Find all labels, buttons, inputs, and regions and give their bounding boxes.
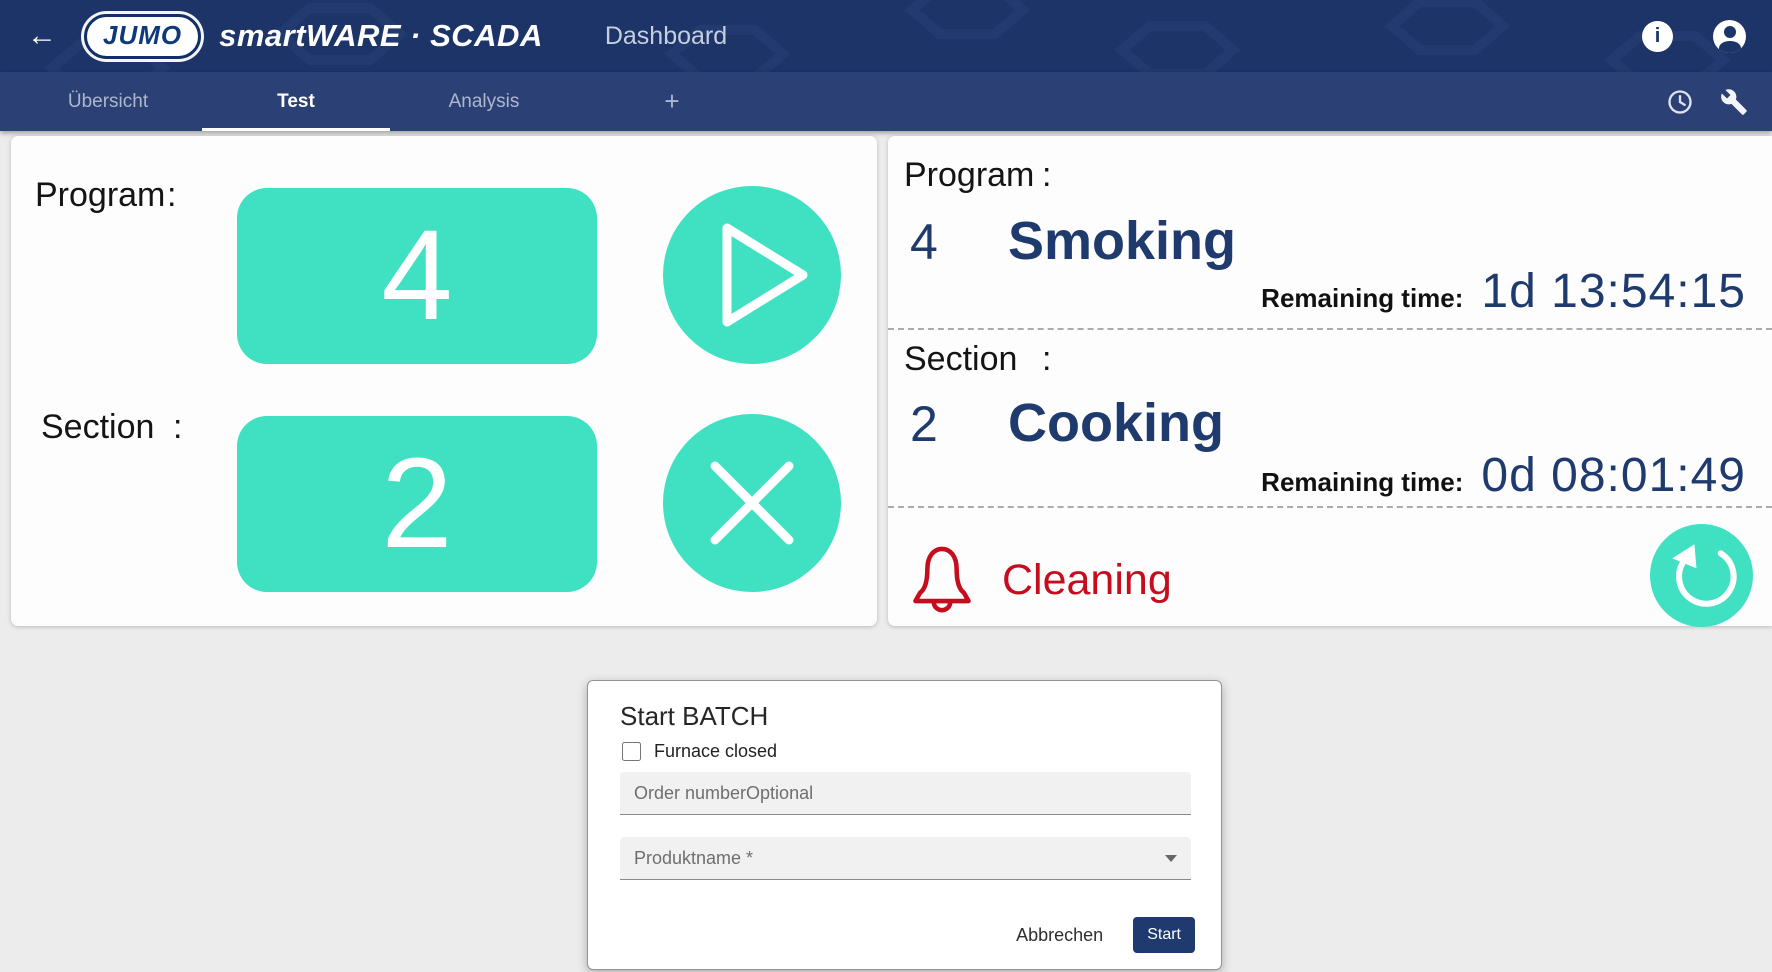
add-tab-button[interactable]: +: [578, 72, 766, 131]
program-label: Program: [35, 176, 167, 215]
section-label: Section: [41, 408, 173, 447]
section-remaining-label: Remaining time:: [1261, 467, 1463, 498]
furnace-closed-label: Furnace closed: [654, 741, 777, 762]
program-number-display[interactable]: 4: [237, 188, 597, 364]
furnace-closed-checkbox[interactable]: [622, 742, 641, 761]
status-section-colon: :: [1042, 340, 1051, 379]
history-clock-icon[interactable]: [1666, 88, 1694, 116]
jumo-logo-text: JUMO: [103, 20, 182, 50]
refresh-icon: [1650, 524, 1753, 627]
section-label-row: Section :: [41, 408, 182, 447]
program-remaining-label: Remaining time:: [1261, 283, 1463, 314]
start-button[interactable]: Start: [1133, 917, 1195, 953]
scada-dashboard-screen: ← JUMO smartWARE · SCADA Dashboard i Übe…: [0, 0, 1772, 972]
dialog-actions: Abbrechen Start: [1016, 917, 1195, 953]
back-arrow-icon[interactable]: ←: [22, 19, 62, 53]
bell-icon: [910, 538, 974, 622]
section-remaining-time: Remaining time: 0d 08:01:49: [1261, 448, 1746, 503]
program-label-row: Program :: [35, 176, 176, 215]
program-control-card: Program : 4 Section : 2: [11, 136, 877, 626]
status-program-label-row: Program :: [904, 156, 1051, 195]
program-remaining-value: 1d 13:54:15: [1481, 264, 1746, 319]
refresh-button[interactable]: [1650, 524, 1753, 627]
cancel-button[interactable]: Abbrechen: [1016, 925, 1103, 946]
cross-icon: [663, 414, 841, 592]
app-header: ← JUMO smartWARE · SCADA Dashboard i: [0, 0, 1772, 72]
program-number-value: 4: [381, 212, 452, 340]
header-actions: i: [1642, 20, 1746, 53]
status-program-name: Smoking: [1008, 210, 1236, 272]
divider: [888, 328, 1772, 330]
furnace-closed-row[interactable]: Furnace closed: [622, 741, 777, 762]
program-remaining-time: Remaining time: 1d 13:54:15: [1261, 264, 1746, 319]
status-program-number: 4: [910, 213, 1008, 271]
status-program-row: 4 Smoking: [910, 210, 1236, 272]
order-number-input[interactable]: [620, 772, 1191, 815]
status-program-colon: :: [1042, 156, 1051, 195]
info-icon[interactable]: i: [1642, 21, 1673, 52]
tab-analysis[interactable]: Analysis: [390, 72, 578, 131]
program-status-card: Program : 4 Smoking Remaining time: 1d 1…: [888, 136, 1772, 626]
cancel-program-button[interactable]: [663, 414, 841, 592]
alarm-status-row: Cleaning: [910, 538, 1172, 622]
wrench-icon[interactable]: [1720, 88, 1748, 116]
program-label-colon: :: [167, 176, 176, 215]
section-remaining-value: 0d 08:01:49: [1481, 448, 1746, 503]
dashboard-tabbar: Übersicht Test Analysis +: [0, 72, 1772, 131]
play-triangle-icon: [663, 186, 841, 364]
section-number-value: 2: [381, 440, 452, 568]
jumo-logo: JUMO: [84, 14, 201, 59]
status-section-number: 2: [910, 395, 1008, 453]
tab-test[interactable]: Test: [202, 72, 390, 131]
dialog-title: Start BATCH: [620, 701, 768, 732]
alarm-text: Cleaning: [1002, 556, 1172, 605]
start-batch-dialog: Start BATCH Furnace closed Produktname *…: [587, 680, 1222, 970]
account-icon[interactable]: [1713, 20, 1746, 53]
status-section-label: Section: [904, 340, 1042, 379]
section-number-display[interactable]: 2: [237, 416, 597, 592]
caret-down-icon: [1165, 855, 1177, 862]
status-section-label-row: Section :: [904, 340, 1051, 379]
tab-uebersicht[interactable]: Übersicht: [14, 72, 202, 131]
status-section-row: 2 Cooking: [910, 392, 1224, 454]
product-name-select[interactable]: Produktname *: [620, 837, 1191, 880]
status-program-label: Program: [904, 156, 1042, 195]
tabbar-actions: [1666, 72, 1748, 131]
brand-title: smartWARE · SCADA: [219, 18, 543, 54]
start-program-button[interactable]: [663, 186, 841, 364]
divider: [888, 506, 1772, 508]
product-name-placeholder: Produktname *: [634, 848, 753, 869]
page-title: Dashboard: [605, 22, 727, 51]
section-label-colon: :: [173, 408, 182, 447]
status-section-name: Cooking: [1008, 392, 1224, 454]
